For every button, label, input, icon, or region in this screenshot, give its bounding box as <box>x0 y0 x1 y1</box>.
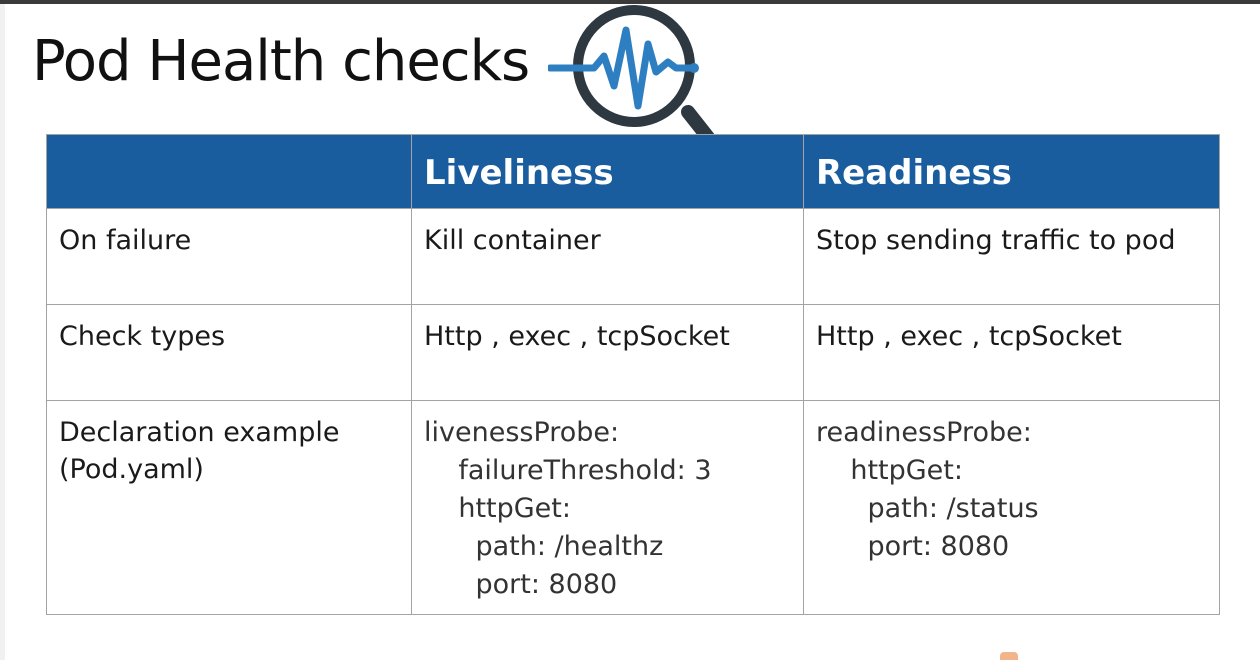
table-header-row: Liveliness Readiness <box>46 134 1220 209</box>
readiness-cell: readinessProbe: httpGet: path: /status p… <box>803 400 1220 615</box>
row-label: Check types <box>46 304 412 401</box>
table-header-readiness: Readiness <box>803 134 1220 209</box>
row-label: Declaration example (Pod.yaml) <box>46 400 412 615</box>
readiness-cell: Http , exec , tcpSocket <box>803 304 1220 401</box>
liveliness-cell: Kill container <box>411 208 804 305</box>
readiness-probe-yaml: readinessProbe: httpGet: path: /status p… <box>816 417 1039 562</box>
page-title: Pod Health checks <box>32 29 530 94</box>
table-row: Check types Http , exec , tcpSocket Http… <box>46 304 1220 401</box>
table-row: On failure Kill container Stop sending t… <box>46 208 1220 305</box>
row-label-text: Declaration example (Pod.yaml) <box>59 417 340 485</box>
row-label: On failure <box>46 208 412 305</box>
health-checks-table: Liveliness Readiness On failure Kill con… <box>46 134 1220 615</box>
table-header-liveliness: Liveliness <box>411 134 804 209</box>
liveness-probe-yaml: livenessProbe: failureThreshold: 3 httpG… <box>424 417 712 600</box>
readiness-cell: Stop sending traffic to pod <box>803 208 1220 305</box>
liveliness-cell: livenessProbe: failureThreshold: 3 httpG… <box>411 400 804 615</box>
table-row: Declaration example (Pod.yaml) livenessP… <box>46 400 1220 615</box>
left-edge <box>0 4 5 660</box>
liveliness-cell: Http , exec , tcpSocket <box>411 304 804 401</box>
footer-logo-fragment <box>1000 652 1018 660</box>
table-header-cell <box>46 134 412 209</box>
